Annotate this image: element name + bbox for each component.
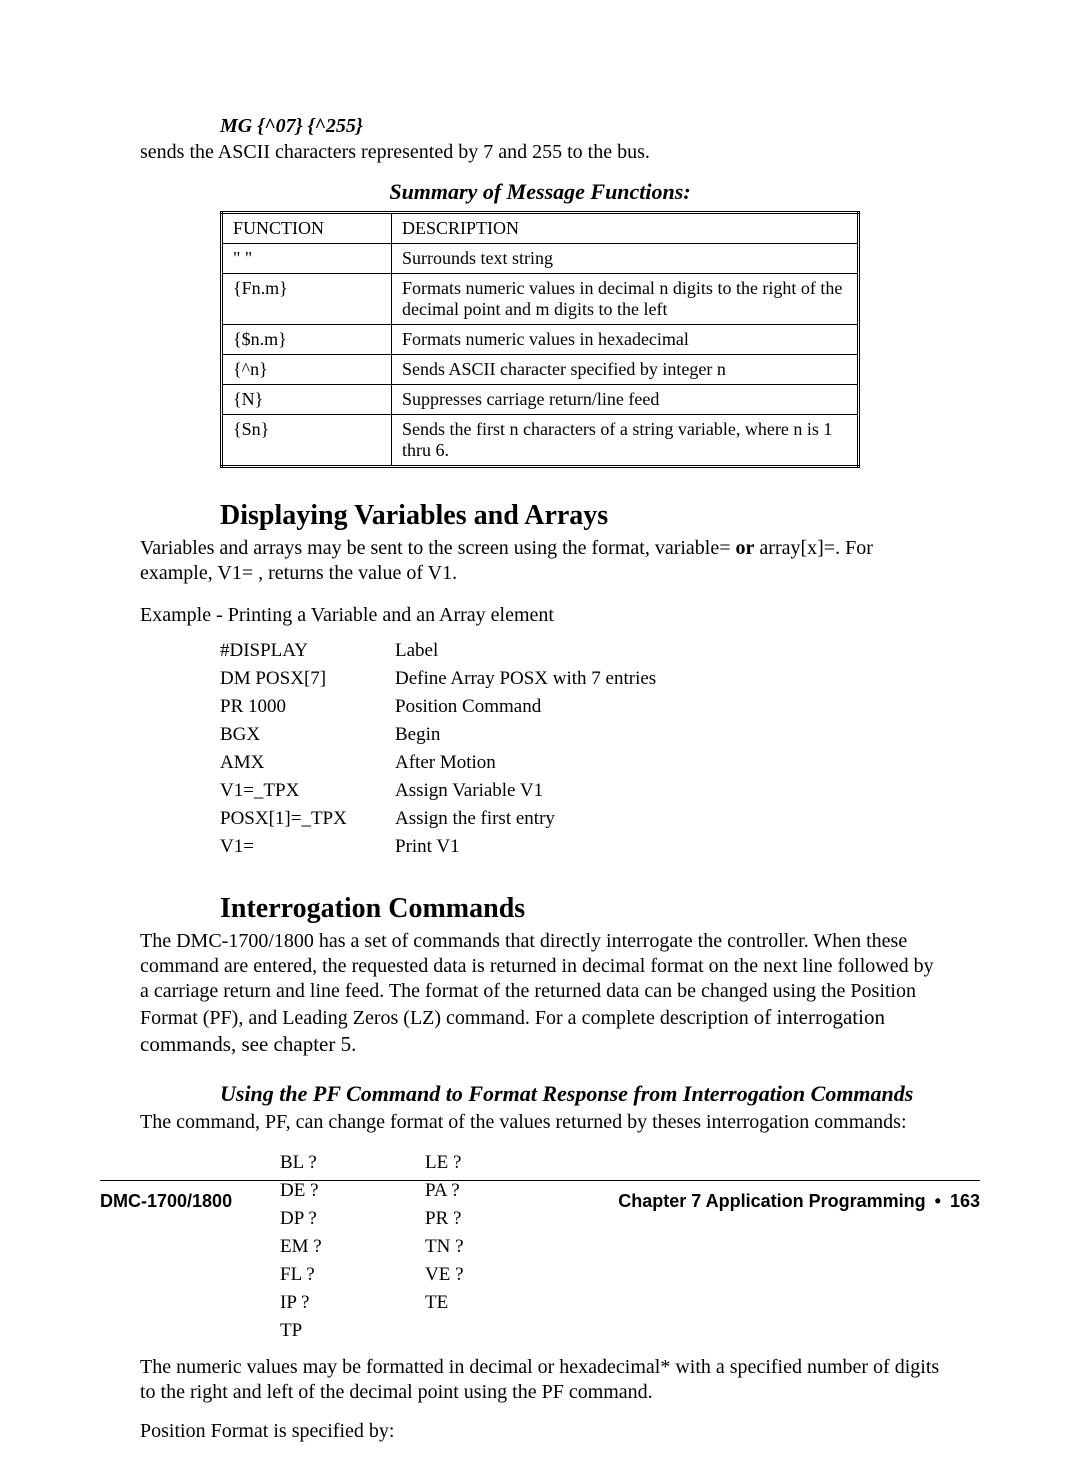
- table-header-row: FUNCTION DESCRIPTION: [222, 213, 859, 244]
- example-desc: Begin: [395, 721, 656, 749]
- header-function: FUNCTION: [222, 213, 392, 244]
- table-row: {$n.m} Formats numeric values in hexadec…: [222, 325, 859, 355]
- cmd-cell: BL ?: [280, 1149, 425, 1177]
- document-page: MG {^07} {^255} sends the ASCII characte…: [140, 115, 940, 1458]
- table-row: FL ?VE ?: [280, 1261, 464, 1289]
- example-desc: Print V1: [395, 833, 656, 861]
- example-desc: Assign Variable V1: [395, 777, 656, 805]
- section-title-displaying: Displaying Variables and Arrays: [220, 500, 940, 532]
- table-row: BGXBegin: [220, 721, 656, 749]
- text-segment: Variables and arrays may be sent to the …: [140, 537, 736, 559]
- table-row: DM POSX[7]Define Array POSX with 7 entri…: [220, 665, 656, 693]
- section-paragraph: The DMC-1700/1800 has a set of commands …: [140, 929, 940, 1058]
- table-row: BL ?LE ?: [280, 1149, 464, 1177]
- example-code: POSX[1]=_TPX: [220, 805, 395, 833]
- example-heading: Example - Printing a Variable and an Arr…: [140, 604, 940, 627]
- example-table: #DISPLAYLabel DM POSX[7]Define Array POS…: [220, 637, 656, 861]
- table-row: {N} Suppresses carriage return/line feed: [222, 385, 859, 415]
- cmd-cell: TE: [425, 1289, 464, 1317]
- cell-function: {Sn}: [222, 415, 392, 467]
- example-desc: Assign the first entry: [395, 805, 656, 833]
- table-row: AMXAfter Motion: [220, 749, 656, 777]
- subsection-title-text: Using the PF Command to Format Response …: [140, 1080, 940, 1108]
- table-row: V1=_TPXAssign Variable V1: [220, 777, 656, 805]
- pf-spec-paragraph: Position Format is specified by:: [140, 1419, 940, 1444]
- table-row: {Fn.m} Formats numeric values in decimal…: [222, 274, 859, 325]
- cell-description: Surrounds text string: [392, 244, 859, 274]
- mg-example: MG {^07} {^255}: [140, 115, 940, 138]
- cmd-cell: IP ?: [280, 1289, 425, 1317]
- cell-function: {N}: [222, 385, 392, 415]
- example-code: PR 1000: [220, 693, 395, 721]
- cell-function: {$n.m}: [222, 325, 392, 355]
- cell-description: Sends ASCII character specified by integ…: [392, 355, 859, 385]
- cmd-cell: TP: [280, 1317, 425, 1345]
- table-row: #DISPLAYLabel: [220, 637, 656, 665]
- after-commands-paragraph: The numeric values may be formatted in d…: [140, 1355, 940, 1405]
- example-code: V1=: [220, 833, 395, 861]
- table-row: PR 1000Position Command: [220, 693, 656, 721]
- cell-description: Formats numeric values in decimal n digi…: [392, 274, 859, 325]
- cmd-cell: TN ?: [425, 1233, 464, 1261]
- commands-table: BL ?LE ? DE ?PA ? DP ?PR ? EM ?TN ? FL ?…: [280, 1149, 464, 1345]
- cell-function: " ": [222, 244, 392, 274]
- cell-description: Formats numeric values in hexadecimal: [392, 325, 859, 355]
- cmd-cell: FL ?: [280, 1261, 425, 1289]
- summary-title: Summary of Message Functions:: [140, 179, 940, 205]
- table-row: EM ?TN ?: [280, 1233, 464, 1261]
- example-desc: Define Array POSX with 7 entries: [395, 665, 656, 693]
- example-desc: Position Command: [395, 693, 656, 721]
- cmd-cell: LE ?: [425, 1149, 464, 1177]
- table-row: TP: [280, 1317, 464, 1345]
- table-row: {Sn} Sends the first n characters of a s…: [222, 415, 859, 467]
- cmd-cell: [425, 1317, 464, 1345]
- example-desc: Label: [395, 637, 656, 665]
- section-paragraph: Variables and arrays may be sent to the …: [140, 536, 940, 586]
- table-row: V1=Print V1: [220, 833, 656, 861]
- cmd-cell: EM ?: [280, 1233, 425, 1261]
- mg-explanation: sends the ASCII characters represented b…: [140, 140, 940, 165]
- table-row: " " Surrounds text string: [222, 244, 859, 274]
- page-footer: DMC-1700/1800 Chapter 7 Application Prog…: [100, 1180, 980, 1212]
- cmd-cell: VE ?: [425, 1261, 464, 1289]
- table-row: IP ?TE: [280, 1289, 464, 1317]
- function-table: FUNCTION DESCRIPTION " " Surrounds text …: [220, 211, 860, 468]
- section-title-interrogation: Interrogation Commands: [220, 893, 940, 925]
- example-desc: After Motion: [395, 749, 656, 777]
- example-code: #DISPLAY: [220, 637, 395, 665]
- subsection-paragraph: The command, PF, can change format of th…: [140, 1110, 940, 1135]
- table-row: {^n} Sends ASCII character specified by …: [222, 355, 859, 385]
- footer-right: Chapter 7 Application Programming • 163: [618, 1191, 980, 1212]
- cell-description: Sends the first n characters of a string…: [392, 415, 859, 467]
- example-code: DM POSX[7]: [220, 665, 395, 693]
- table-row: POSX[1]=_TPXAssign the first entry: [220, 805, 656, 833]
- example-code: V1=_TPX: [220, 777, 395, 805]
- footer-left: DMC-1700/1800: [100, 1191, 232, 1212]
- subsection-title: Using the PF Command to Format Response …: [220, 1080, 940, 1108]
- cell-function: {Fn.m}: [222, 274, 392, 325]
- footer-page-number: 163: [950, 1191, 980, 1211]
- cell-function: {^n}: [222, 355, 392, 385]
- header-description: DESCRIPTION: [392, 213, 859, 244]
- footer-chapter: Chapter 7 Application Programming: [618, 1191, 925, 1211]
- cell-description: Suppresses carriage return/line feed: [392, 385, 859, 415]
- footer-bullet-icon: •: [931, 1191, 945, 1211]
- text-bold-or: or: [736, 537, 755, 559]
- example-code: BGX: [220, 721, 395, 749]
- example-code: AMX: [220, 749, 395, 777]
